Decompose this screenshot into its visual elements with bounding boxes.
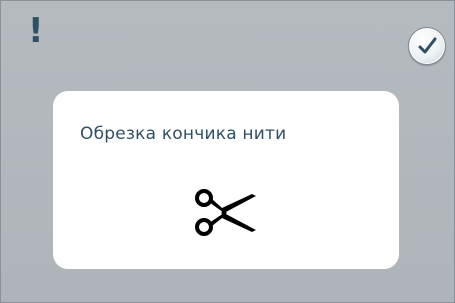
dialog-title: Обрезка кончика нити	[80, 124, 287, 144]
screen: ! Обрезка кончика нити	[0, 0, 455, 303]
checkmark-icon	[418, 37, 437, 54]
confirm-button[interactable]	[408, 27, 446, 65]
thread-trim-dialog: Обрезка кончика нити	[53, 91, 399, 269]
exclamation-icon: !	[28, 11, 44, 51]
scissors-icon	[195, 189, 256, 236]
